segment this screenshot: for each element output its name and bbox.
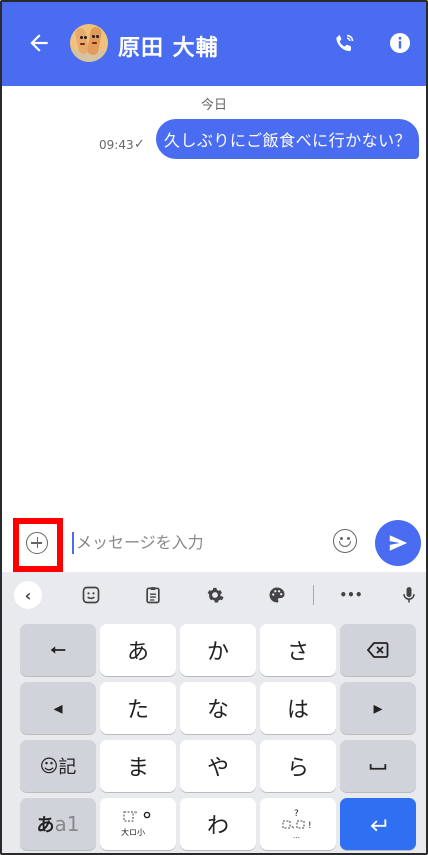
key-space[interactable] [340,740,416,792]
message-input[interactable] [76,528,316,556]
svg-text:大ロ小: 大ロ小 [121,827,145,837]
undo-arrow-icon [50,646,66,654]
svg-text:、: 、 [291,821,300,831]
key-ki-label: 記 [58,757,77,778]
space-icon [369,764,387,770]
key-ra[interactable]: ら [260,740,336,792]
more-icon[interactable]: ••• [336,580,366,610]
key-enter[interactable] [340,798,416,850]
toolbar-divider [313,585,314,605]
enter-icon [370,819,387,832]
key-ya[interactable]: や [180,740,256,792]
key-sa[interactable]: さ [260,624,336,676]
sticker-icon[interactable] [76,580,106,610]
phone-screen: 原田 大輔 今日 09:43 ✓ 久しぶりにご飯食べに行かない？ メッセージを入… [0,0,428,855]
key-punctuation[interactable]: ? 、 ! … [260,798,336,850]
send-button[interactable] [375,520,421,566]
emoji-icon[interactable] [333,529,357,553]
sent-check-icon: ✓ [134,137,145,152]
key-ta[interactable]: た [100,682,176,734]
key-dakuten[interactable]: ゛ 大ロ小 [100,798,176,850]
app-bar: 原田 大輔 [2,2,426,86]
key-mode-alnum: a1 [54,812,80,836]
punctuation-glyph: ? 、 ! … [282,809,312,840]
dakuten-glyph: ゛ 大ロ小 [121,811,151,837]
key-ha[interactable]: は [260,682,336,734]
contact-name[interactable]: 原田 大輔 [118,30,219,62]
keyboard: ‹ ••• あ か さ ◂ た な は ▸ ☺ 記 ま や ら あ a1 ゛ 大… [2,572,426,853]
settings-icon[interactable] [200,580,230,610]
message-bubble[interactable]: 久しぶりにご飯食べに行かない？ [156,119,419,159]
date-separator: 今日 [200,98,227,113]
key-cursor-right[interactable]: ▸ [340,682,416,734]
key-ka[interactable]: か [180,624,256,676]
chevron-left-icon[interactable]: ‹ [14,581,42,609]
message-row: 09:43 ✓ 久しぶりにご飯食べに行かない？ [2,114,426,166]
info-icon[interactable] [388,31,412,55]
clipboard-icon[interactable] [138,580,168,610]
emoji-icon: ☺ [39,755,59,777]
key-a[interactable]: あ [100,624,176,676]
message-time: 09:43 [99,138,134,152]
key-backspace[interactable] [340,624,416,676]
add-icon [26,532,48,554]
key-na[interactable]: な [180,682,256,734]
key-ma[interactable]: ま [100,740,176,792]
avatar[interactable] [70,24,108,62]
composer-bar [2,514,426,572]
back-arrow-icon[interactable] [26,30,52,56]
key-emoji-symbols[interactable]: ☺ 記 [20,740,96,792]
svg-text:…: … [293,832,300,840]
phone-call-icon[interactable] [332,32,356,56]
key-input-mode[interactable]: あ a1 [20,798,96,850]
backspace-icon [366,642,389,658]
add-attachment-button[interactable] [13,518,63,572]
mic-icon[interactable] [394,580,424,610]
svg-text:!: ! [308,821,312,831]
svg-text:?: ? [294,809,299,819]
key-undo[interactable] [20,624,96,676]
key-cursor-left[interactable]: ◂ [20,682,96,734]
palette-icon[interactable] [262,580,292,610]
text-cursor [72,532,74,554]
send-icon [389,535,408,551]
keyboard-toolbar: ‹ ••• [2,572,426,616]
key-wa[interactable]: わ [180,798,256,850]
svg-text:゛: ゛ [134,811,144,823]
key-mode-kana: あ [36,815,55,836]
